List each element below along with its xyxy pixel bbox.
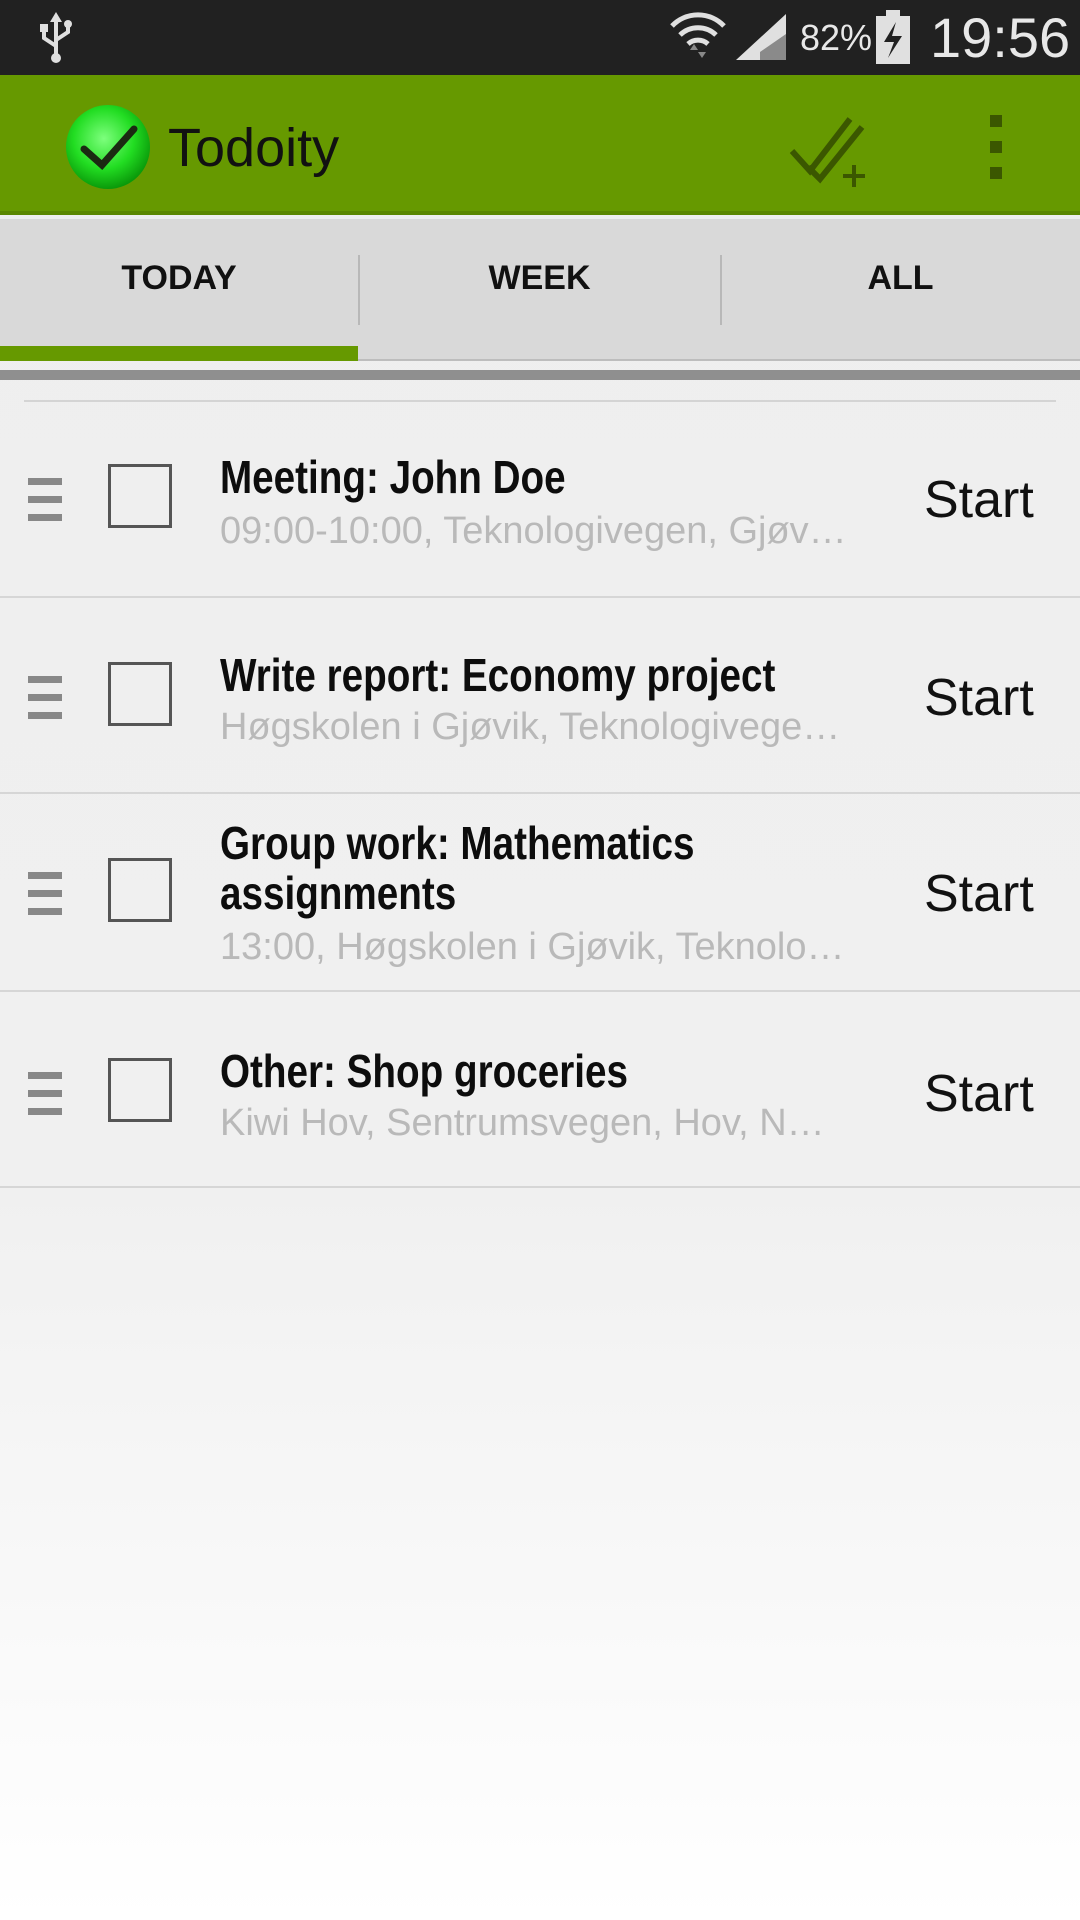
tab-all[interactable]: ALL: [721, 219, 1080, 361]
drag-handle-icon[interactable]: [28, 478, 62, 522]
tab-bar-shadow: [0, 370, 1080, 380]
task-subtitle: 09:00-10:00, Teknologivegen, Gjøv…: [220, 510, 847, 552]
check-circle-icon: [66, 105, 150, 189]
drag-handle-icon[interactable]: [28, 676, 62, 720]
start-button[interactable]: Start: [924, 864, 1054, 924]
task-row[interactable]: Other: Shop groceries Kiwi Hov, Sentrums…: [0, 992, 1080, 1188]
battery-charging-icon: [876, 10, 910, 64]
task-row[interactable]: Write report: Economy project Høgskolen …: [0, 598, 1080, 794]
task-title: Other: Shop groceries: [220, 1045, 628, 1097]
task-title: Meeting: John Doe: [220, 451, 566, 503]
task-checkbox[interactable]: [108, 858, 172, 922]
task-checkbox[interactable]: [108, 464, 172, 528]
status-bar: 82% 19:56: [0, 0, 1080, 75]
start-button[interactable]: Start: [924, 470, 1054, 530]
overflow-menu-icon[interactable]: [966, 111, 1026, 183]
signal-icon: [736, 14, 786, 60]
usb-icon: [40, 12, 72, 63]
clock: 19:56: [930, 6, 1071, 69]
task-title: Write report: Economy project: [220, 649, 776, 701]
battery-percent: 82%: [800, 17, 873, 58]
drag-handle-icon[interactable]: [28, 1072, 62, 1116]
tab-today[interactable]: TODAY: [0, 219, 358, 361]
tab-bar: TODAY WEEK ALL: [0, 219, 1080, 361]
task-title: Group work: Mathematics assignments: [220, 817, 695, 919]
task-row[interactable]: Meeting: John Doe 09:00-10:00, Teknologi…: [0, 402, 1080, 598]
add-task-icon[interactable]: [780, 101, 880, 193]
task-subtitle: Høgskolen i Gjøvik, Teknologivege…: [220, 706, 841, 748]
wifi-icon: [670, 12, 726, 58]
start-button[interactable]: Start: [924, 668, 1054, 728]
task-checkbox[interactable]: [108, 662, 172, 726]
task-checkbox[interactable]: [108, 1058, 172, 1122]
task-row[interactable]: Group work: Mathematics assignments 13:0…: [0, 796, 1080, 992]
selected-tab-indicator: [0, 346, 358, 361]
drag-handle-icon[interactable]: [28, 872, 62, 916]
task-subtitle: Kiwi Hov, Sentrumsvegen, Hov, N…: [220, 1102, 825, 1144]
action-bar: Todoity: [0, 75, 1080, 215]
app-title: Todoity: [168, 118, 340, 178]
start-button[interactable]: Start: [924, 1064, 1054, 1124]
task-subtitle: 13:00, Høgskolen i Gjøvik, Teknolo…: [220, 926, 845, 968]
tab-week[interactable]: WEEK: [359, 219, 720, 361]
